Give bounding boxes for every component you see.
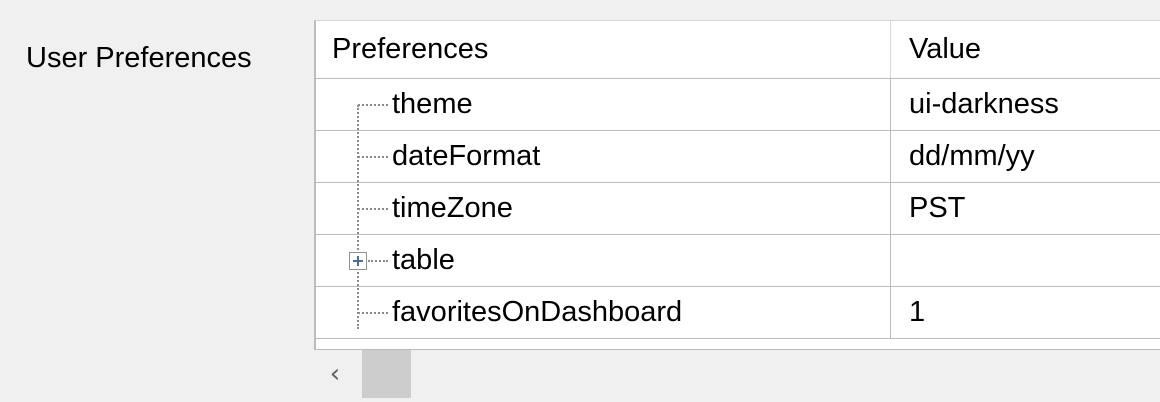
preference-name: timeZone: [392, 192, 513, 224]
preference-name: dateFormat: [392, 140, 541, 172]
tree-branch-line: [358, 104, 388, 106]
column-header-preferences[interactable]: Preferences: [316, 21, 891, 78]
preference-value-cell[interactable]: 1: [891, 287, 1160, 338]
column-header-value[interactable]: Value: [891, 21, 1160, 78]
preference-name-cell[interactable]: dateFormat: [316, 131, 891, 182]
horizontal-scrollbar[interactable]: ‹: [314, 350, 1160, 402]
preference-name-cell[interactable]: table: [316, 235, 891, 286]
tree-branch-line: [358, 208, 388, 210]
expand-plus-icon[interactable]: [349, 252, 367, 270]
preference-name-cell[interactable]: timeZone: [316, 183, 891, 234]
preference-name: table: [392, 244, 455, 276]
preference-name-cell[interactable]: theme: [316, 79, 891, 130]
preferences-grid: Preferences Value theme ui-darkness date…: [314, 20, 1160, 350]
preference-value-cell[interactable]: [891, 235, 1160, 286]
preference-name: theme: [392, 88, 473, 120]
grid-row-theme[interactable]: theme ui-darkness: [316, 79, 1160, 131]
tree-branch-line: [368, 260, 388, 262]
preference-value-cell[interactable]: dd/mm/yy: [891, 131, 1160, 182]
tree-branch-line: [358, 156, 388, 158]
chevron-left-icon[interactable]: ‹: [320, 358, 350, 390]
grid-row-table[interactable]: table: [316, 235, 1160, 287]
tree-branch-line: [358, 312, 388, 314]
preference-name-cell[interactable]: favoritesOnDashboard: [316, 287, 891, 338]
grid-header: Preferences Value: [316, 21, 1160, 79]
scrollbar-thumb[interactable]: [362, 350, 411, 398]
preference-name: favoritesOnDashboard: [392, 296, 683, 328]
preference-value-cell[interactable]: PST: [891, 183, 1160, 234]
grid-row-favoritesondashboard[interactable]: favoritesOnDashboard 1: [316, 287, 1160, 339]
grid-row-timezone[interactable]: timeZone PST: [316, 183, 1160, 235]
preference-value-cell[interactable]: ui-darkness: [891, 79, 1160, 130]
user-preferences-label: User Preferences: [26, 42, 252, 74]
grid-row-dateformat[interactable]: dateFormat dd/mm/yy: [316, 131, 1160, 183]
